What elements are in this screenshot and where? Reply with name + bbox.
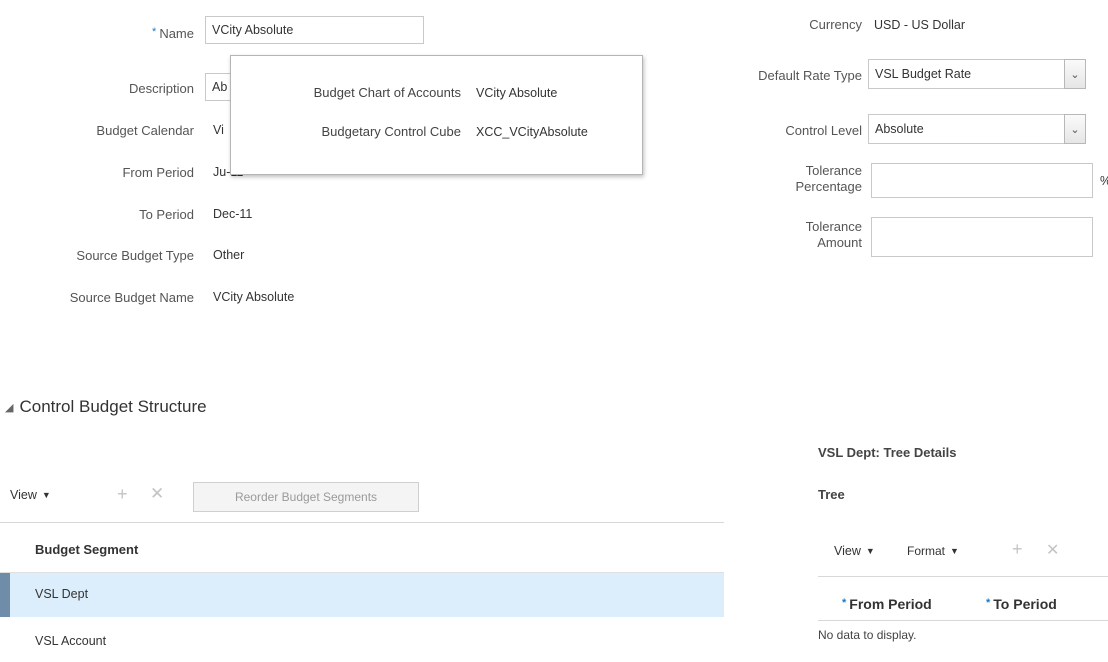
to-period-label: To Period: [139, 207, 194, 222]
default-rate-type-label: Default Rate Type: [758, 68, 862, 83]
reorder-budget-segments-button[interactable]: Reorder Budget Segments: [193, 482, 419, 512]
source-budget-name-value: VCity Absolute: [213, 290, 295, 304]
triangle-expand-icon[interactable]: ◢: [5, 401, 13, 414]
table-cell-budget-segment: VSL Account: [35, 634, 107, 648]
source-budget-name-label: Source Budget Name: [69, 290, 194, 305]
column-header-to-period[interactable]: * To Period: [986, 596, 1057, 612]
divider: [818, 576, 1108, 577]
selected-row-marker: [0, 573, 10, 617]
chevron-down-icon: ▼: [950, 546, 959, 556]
popup-coa-value: VCity Absolute: [476, 86, 558, 100]
control-level-label: Control Level: [785, 123, 862, 138]
format-menu[interactable]: Format ▼: [907, 544, 959, 558]
tolerance-percentage-label: Tolerance Percentage: [795, 163, 863, 194]
percent-suffix: %: [1100, 174, 1108, 188]
popup-coa-label: Budget Chart of Accounts: [313, 85, 461, 100]
divider: [0, 522, 724, 523]
tree-view-menu[interactable]: View ▼: [834, 544, 875, 558]
to-period-value: Dec-11: [213, 207, 253, 221]
popup-cube-label: Budgetary Control Cube: [321, 124, 461, 139]
plus-icon[interactable]: +: [1012, 539, 1023, 560]
dropdown-arrow-icon[interactable]: ⌄: [1064, 114, 1086, 144]
table-cell-budget-segment: VSL Dept: [35, 587, 89, 601]
column-header-from-period[interactable]: * From Period: [842, 596, 932, 612]
control-level-value: Absolute: [868, 114, 1064, 144]
tolerance-percentage-input[interactable]: [871, 163, 1093, 198]
column-header-budget-segment[interactable]: Budget Segment: [35, 542, 138, 557]
budget-calendar-label: Budget Calendar: [96, 123, 194, 138]
currency-label: Currency: [809, 17, 862, 32]
section-header[interactable]: ◢ Control Budget Structure: [5, 397, 207, 417]
view-menu[interactable]: View ▼: [10, 488, 51, 502]
default-rate-type-select[interactable]: VSL Budget Rate ⌄: [868, 59, 1086, 89]
description-label: Description: [128, 81, 194, 96]
from-period-label: From Period: [122, 165, 194, 180]
source-budget-type-label: Source Budget Type: [76, 248, 194, 263]
budget-calendar-value: Vi: [213, 123, 224, 137]
chart-of-accounts-popup: Budget Chart of Accounts VCity Absolute …: [230, 55, 643, 175]
tolerance-amount-label: Tolerance Amount: [805, 219, 862, 250]
table-row[interactable]: VSL Dept: [0, 573, 724, 617]
required-indicator: *: [152, 26, 157, 38]
default-rate-type-value: VSL Budget Rate: [868, 59, 1064, 89]
popup-cube-value: XCC_VCityAbsolute: [476, 125, 588, 139]
table-row[interactable]: VSL Account: [0, 617, 724, 661]
tree-details-title: VSL Dept: Tree Details: [818, 445, 957, 460]
tolerance-amount-input[interactable]: [871, 217, 1093, 257]
dropdown-arrow-icon[interactable]: ⌄: [1064, 59, 1086, 89]
name-input[interactable]: VCity Absolute: [205, 16, 424, 44]
tree-label: Tree: [818, 487, 845, 502]
close-x-icon[interactable]: ✕: [1046, 540, 1059, 560]
close-x-icon[interactable]: ✕: [150, 484, 164, 504]
plus-icon[interactable]: +: [117, 484, 128, 505]
divider: [818, 620, 1108, 621]
source-budget-type-value: Other: [213, 248, 245, 262]
chevron-down-icon: ▼: [41, 490, 51, 500]
control-level-select[interactable]: Absolute ⌄: [868, 114, 1086, 144]
currency-value: USD - US Dollar: [874, 18, 965, 32]
section-title: Control Budget Structure: [19, 397, 207, 416]
empty-table-message: No data to display.: [818, 628, 917, 642]
name-label: * Name: [152, 26, 194, 41]
chevron-down-icon: ▼: [865, 546, 875, 556]
